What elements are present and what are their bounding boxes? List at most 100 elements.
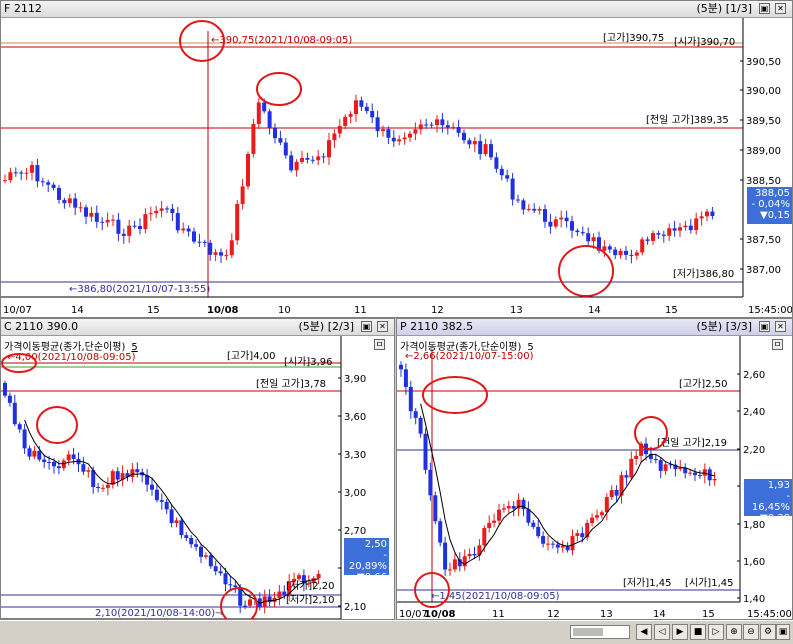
call-candle-chart[interactable]: 가격이동평균(종가,단순이평) 5 ←4,00(2021/10/08-09:05)… bbox=[1, 319, 395, 620]
futures-candle bbox=[451, 127, 456, 129]
futures-candle bbox=[435, 119, 439, 126]
futures-candle bbox=[408, 133, 412, 138]
call-candle bbox=[228, 584, 233, 586]
futures-candle bbox=[413, 129, 418, 134]
call-candle bbox=[233, 585, 238, 588]
put-candle bbox=[501, 508, 506, 510]
futures-candle bbox=[332, 133, 337, 141]
futures-candle bbox=[337, 125, 342, 134]
futures-x-tick-label: 10/08 bbox=[207, 305, 239, 316]
futures-candle bbox=[289, 155, 294, 171]
zoom-out-icon[interactable]: ⊖ bbox=[743, 624, 759, 640]
put-candle bbox=[634, 455, 639, 459]
futures-candle bbox=[645, 239, 650, 241]
futures-candle bbox=[240, 186, 245, 205]
futures-candle bbox=[381, 129, 385, 132]
put-candle bbox=[599, 512, 604, 516]
futures-candle bbox=[678, 227, 682, 231]
settings-icon[interactable]: ⚙ bbox=[760, 624, 776, 640]
panel-ctrl-icon[interactable]: ㅁ bbox=[374, 339, 385, 350]
futures-candle bbox=[57, 187, 61, 200]
call-candle bbox=[22, 429, 27, 449]
stop-icon[interactable]: ■ bbox=[690, 624, 706, 640]
futures-x-tick-label: 15:45:00 bbox=[748, 305, 793, 316]
futures-candle bbox=[197, 241, 202, 243]
futures-candle bbox=[526, 208, 531, 210]
futures-candle bbox=[202, 241, 207, 243]
futures-high-annotation: ←390,75(2021/10/08-09:05) bbox=[211, 35, 352, 46]
call-candle bbox=[135, 469, 140, 473]
futures-candle-chart[interactable]: ←390,75(2021/10/08-09:05) ←386,80(2021/1… bbox=[1, 1, 793, 318]
put-candle bbox=[399, 364, 403, 370]
call-candle bbox=[189, 538, 194, 545]
futures-candle bbox=[456, 127, 461, 133]
call-candle bbox=[223, 573, 228, 585]
put-candle bbox=[408, 386, 413, 412]
call-candle bbox=[47, 461, 52, 463]
put-candle bbox=[487, 522, 492, 529]
prev-icon[interactable]: ◁ bbox=[654, 624, 670, 640]
futures-candle bbox=[478, 141, 483, 155]
futures-candle bbox=[553, 219, 558, 227]
futures-candle bbox=[251, 123, 256, 154]
put-candle bbox=[712, 479, 717, 481]
futures-candle bbox=[634, 252, 639, 256]
put-y-tick-label: 2,40 bbox=[743, 407, 765, 418]
put-candle bbox=[438, 521, 443, 543]
futures-candle bbox=[143, 214, 148, 230]
futures-candle bbox=[181, 228, 186, 231]
futures-candle bbox=[30, 165, 34, 173]
call-candle bbox=[61, 460, 66, 469]
put-candle bbox=[403, 369, 408, 387]
call-candle bbox=[208, 555, 213, 567]
play-icon[interactable]: ▶ bbox=[672, 624, 688, 640]
futures-candle bbox=[424, 124, 429, 126]
futures-candle bbox=[105, 219, 110, 223]
futures-x-tick-label: 14 bbox=[71, 305, 84, 316]
call-candle bbox=[164, 501, 169, 510]
put-candle bbox=[492, 520, 497, 523]
call-y-tick-label: 3,90 bbox=[344, 374, 366, 385]
zoom-in-icon[interactable]: ⊕ bbox=[726, 624, 742, 640]
call-y-tick-label: 3,60 bbox=[344, 412, 366, 423]
futures-candle bbox=[537, 209, 542, 211]
futures-candle bbox=[607, 246, 612, 250]
put-candle bbox=[550, 543, 555, 545]
futures-candle bbox=[111, 219, 115, 221]
call-candle bbox=[238, 587, 243, 606]
futures-chart-panel[interactable]: F 2112 (5분) [1/3] ▣ ✕ ←390,75(2021/10/08… bbox=[0, 0, 793, 318]
futures-candle bbox=[154, 210, 159, 214]
futures-candle bbox=[683, 225, 688, 228]
call-option-chart-panel[interactable]: C 2110 390.0 (5분) [2/3] ▣ ✕ 가격이동평균(종가,단순… bbox=[0, 318, 395, 620]
rewind-icon[interactable]: ◀ bbox=[636, 624, 652, 640]
futures-candle bbox=[370, 111, 375, 118]
futures-candle bbox=[510, 178, 515, 200]
put-candle bbox=[433, 495, 438, 522]
futures-candle bbox=[586, 233, 591, 242]
put-option-chart-panel[interactable]: P 2110 382.5 (5분) [3/3] ▣ ✕ 가격이동평균(종가,단순… bbox=[396, 318, 793, 620]
next-icon[interactable]: ▷ bbox=[708, 624, 724, 640]
call-candle bbox=[150, 484, 154, 490]
call-candle bbox=[316, 574, 321, 579]
futures-candle bbox=[354, 100, 358, 115]
put-candle bbox=[604, 497, 609, 513]
window-icon[interactable]: ▣ bbox=[776, 624, 790, 640]
futures-candle bbox=[283, 142, 288, 156]
futures-candle bbox=[267, 111, 272, 128]
put-candle bbox=[609, 490, 614, 498]
put-candle-chart[interactable]: 가격이동평균(종가,단순이평) 5 ←2,66(2021/10/07-15:00)… bbox=[397, 319, 793, 620]
call-candle bbox=[174, 520, 179, 524]
scroll-track[interactable] bbox=[570, 625, 630, 639]
panel-ctrl-icon[interactable]: ㅁ bbox=[772, 339, 783, 350]
put-candle bbox=[688, 472, 693, 474]
futures-candle bbox=[35, 165, 40, 182]
put-y-tick-label: 2,20 bbox=[743, 445, 765, 456]
futures-candle bbox=[580, 232, 585, 234]
highlight-circle bbox=[558, 245, 614, 297]
scroll-thumb[interactable] bbox=[573, 628, 603, 636]
put-y-tick-label: 1,40 bbox=[743, 594, 765, 605]
put-y-tick-label: 2,60 bbox=[743, 370, 765, 381]
futures-candle bbox=[278, 138, 283, 143]
put-x-tick-label: 10/08 bbox=[424, 609, 456, 620]
call-ref-low-b: [저가]2,10 bbox=[286, 594, 334, 606]
